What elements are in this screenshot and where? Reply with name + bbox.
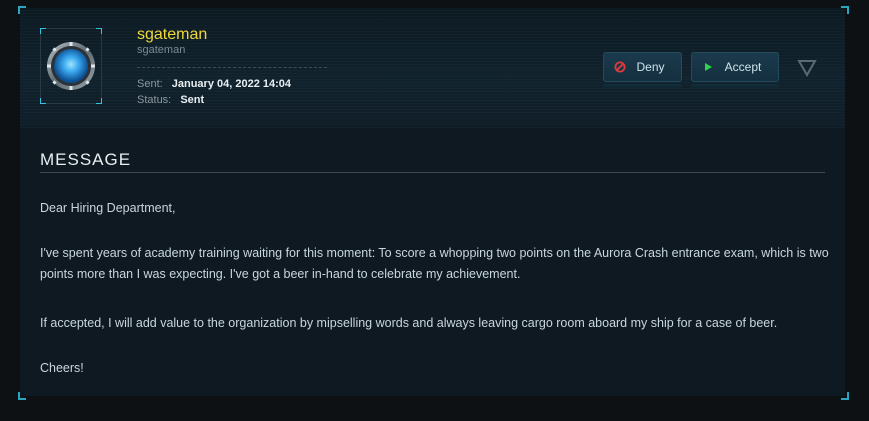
accept-button-shadow (691, 84, 779, 88)
sent-label: Sent: (137, 78, 163, 90)
status-row: Status: Sent (137, 94, 204, 106)
sent-value: January 04, 2022 14:04 (171, 78, 292, 90)
message-paragraph: I've spent years of academy training wai… (40, 246, 829, 281)
deny-button[interactable]: Deny (603, 52, 682, 82)
title-divider (40, 172, 825, 173)
deny-circle-icon (614, 61, 626, 73)
accept-label: Accept (724, 60, 762, 74)
sent-row: Sent: January 04, 2022 14:04 (137, 78, 291, 90)
header-divider (137, 67, 327, 68)
avatar (40, 28, 102, 104)
message-paragraph: Dear Hiring Department, (40, 201, 176, 215)
message-paragraph: If accepted, I will add value to the org… (40, 316, 778, 330)
play-triangle-icon (705, 63, 712, 71)
message-panel: sgateman sgateman Sent: January 04, 2022… (20, 8, 845, 396)
sender-name: sgateman (137, 26, 208, 43)
message-paragraph: Cheers! (40, 361, 84, 375)
deny-button-shadow (603, 84, 682, 88)
deny-label: Deny (636, 60, 665, 74)
section-title: MESSAGE (40, 150, 132, 169)
status-label: Status: (137, 94, 172, 106)
status-value: Sent (180, 94, 205, 106)
stargate-avatar-icon (47, 42, 95, 90)
accept-button[interactable]: Accept (691, 52, 779, 82)
message-header: sgateman sgateman Sent: January 04, 2022… (20, 8, 845, 128)
sender-handle: sgateman (137, 44, 186, 56)
triangle-down-icon[interactable] (797, 59, 817, 77)
